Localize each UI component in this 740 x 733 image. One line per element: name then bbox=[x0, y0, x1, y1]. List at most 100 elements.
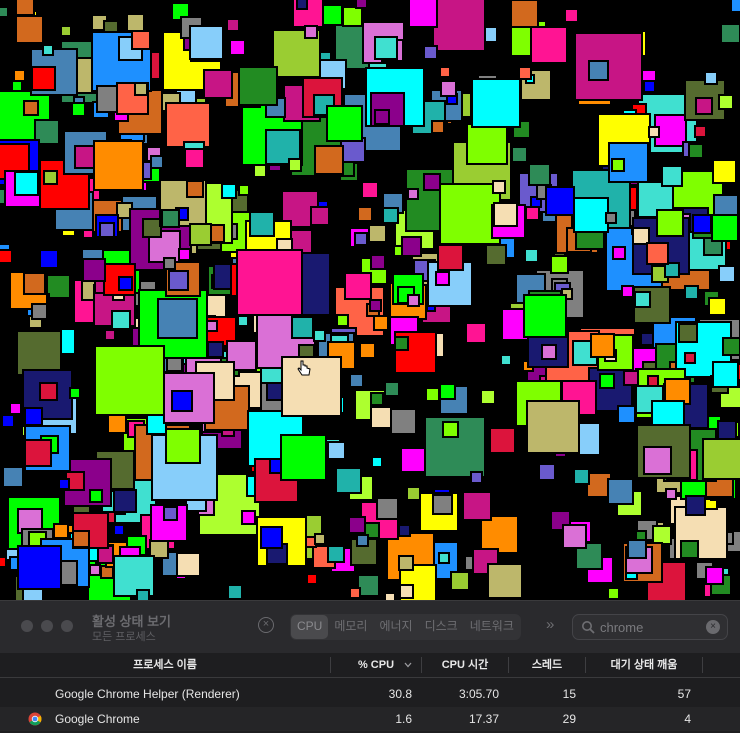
square-tile bbox=[480, 515, 519, 554]
square-tile bbox=[288, 158, 302, 172]
square-tile bbox=[238, 184, 250, 196]
square-tile bbox=[400, 447, 426, 473]
stop-process-button[interactable]: × bbox=[258, 617, 274, 633]
zoom-window-button[interactable] bbox=[61, 620, 73, 632]
square-tile bbox=[685, 495, 706, 516]
tab-memory[interactable]: 메모리 bbox=[328, 615, 373, 639]
square-tile bbox=[588, 60, 609, 81]
square-tile bbox=[344, 272, 372, 300]
square-tile bbox=[178, 248, 191, 261]
square-tile bbox=[712, 361, 739, 388]
clear-search-button[interactable]: × bbox=[706, 620, 720, 634]
tab-energy[interactable]: 에너지 bbox=[373, 615, 418, 639]
square-tile bbox=[327, 545, 345, 563]
square-tile bbox=[17, 545, 62, 590]
square-tile bbox=[357, 574, 380, 597]
square-tile bbox=[692, 214, 712, 234]
square-tile bbox=[523, 294, 567, 338]
square-tile bbox=[226, 18, 240, 32]
screensaver-canvas bbox=[0, 0, 740, 600]
square-tile bbox=[111, 310, 131, 330]
square-tile bbox=[113, 524, 125, 536]
square-tile bbox=[184, 148, 205, 169]
square-tile bbox=[373, 315, 389, 331]
square-tile bbox=[355, 0, 368, 9]
square-tile bbox=[118, 276, 133, 291]
square-tile bbox=[390, 408, 417, 435]
square-tile bbox=[438, 552, 450, 564]
table-row[interactable]: Google Chrome 1.6 17.37 29 4 bbox=[0, 707, 740, 731]
square-tile bbox=[163, 257, 176, 270]
square-tile bbox=[304, 25, 318, 39]
square-tile bbox=[617, 405, 636, 424]
more-toolbar-button[interactable]: » bbox=[546, 616, 554, 633]
tab-cpu[interactable]: CPU bbox=[291, 615, 329, 639]
square-tile bbox=[203, 69, 233, 99]
square-tile bbox=[134, 82, 148, 96]
square-tile bbox=[221, 183, 237, 199]
square-tile bbox=[161, 209, 180, 228]
column-header-cpu-time[interactable]: CPU 시간 bbox=[422, 653, 508, 677]
search-icon bbox=[582, 621, 595, 634]
square-tile bbox=[370, 254, 386, 270]
square-tile bbox=[107, 414, 127, 434]
minimize-window-button[interactable] bbox=[41, 620, 53, 632]
square-tile bbox=[43, 170, 58, 185]
square-tile bbox=[717, 420, 737, 440]
square-tile bbox=[730, 0, 740, 13]
process-threads: 15 bbox=[562, 687, 576, 701]
square-tile bbox=[186, 180, 204, 198]
square-tile bbox=[384, 381, 400, 397]
square-tile bbox=[14, 171, 39, 196]
process-idle-wakeups: 57 bbox=[677, 687, 691, 701]
square-tile bbox=[104, 329, 116, 341]
process-cpu-time: 3:05.70 bbox=[458, 687, 499, 701]
square-tile bbox=[189, 223, 212, 246]
square-tile bbox=[640, 332, 654, 346]
square-tile bbox=[648, 126, 660, 138]
square-tile bbox=[432, 0, 486, 52]
square-tile bbox=[15, 0, 35, 16]
square-tile bbox=[370, 392, 384, 406]
square-tile bbox=[16, 330, 62, 376]
column-divider[interactable] bbox=[702, 657, 703, 673]
square-tile bbox=[9, 402, 22, 415]
square-tile bbox=[664, 262, 680, 278]
process-idle-wakeups: 4 bbox=[684, 712, 691, 726]
square-tile bbox=[374, 36, 398, 60]
table-row[interactable]: Google Chrome Helper (Renderer) 30.8 3:0… bbox=[0, 682, 740, 706]
column-header-threads[interactable]: 스레드 bbox=[509, 653, 585, 677]
square-tile bbox=[398, 524, 411, 537]
square-tile bbox=[661, 165, 683, 187]
tab-disk[interactable]: 디스크 bbox=[419, 615, 464, 639]
square-tile bbox=[684, 285, 699, 300]
square-tile bbox=[376, 497, 399, 520]
square-tile bbox=[407, 188, 419, 200]
close-window-button[interactable] bbox=[21, 620, 33, 632]
square-tile bbox=[368, 224, 387, 243]
search-input[interactable] bbox=[600, 617, 700, 637]
square-tile bbox=[24, 407, 43, 426]
process-cpu: 30.8 bbox=[388, 687, 412, 701]
square-tile bbox=[541, 344, 557, 360]
square-tile bbox=[361, 181, 379, 199]
square-tile bbox=[314, 533, 326, 545]
square-tile bbox=[652, 525, 672, 545]
square-tile bbox=[665, 488, 677, 500]
square-tile bbox=[281, 356, 342, 417]
square-tile bbox=[394, 336, 409, 351]
square-tile bbox=[564, 8, 579, 23]
column-header-process-name[interactable]: 프로세스 이름 bbox=[0, 653, 330, 677]
square-tile bbox=[612, 246, 626, 260]
square-tile bbox=[605, 212, 617, 224]
chevron-down-icon bbox=[404, 662, 412, 668]
square-tile bbox=[60, 25, 72, 37]
square-tile bbox=[526, 400, 580, 454]
square-tile bbox=[241, 510, 256, 525]
column-header-idle-wakeups[interactable]: 대기 상태 깨움 bbox=[586, 653, 702, 677]
process-name: Google Chrome Helper (Renderer) bbox=[55, 687, 240, 701]
square-tile bbox=[306, 573, 318, 585]
tab-network[interactable]: 네트워크 bbox=[464, 615, 520, 639]
square-tile bbox=[327, 441, 346, 460]
square-tile bbox=[165, 102, 211, 148]
